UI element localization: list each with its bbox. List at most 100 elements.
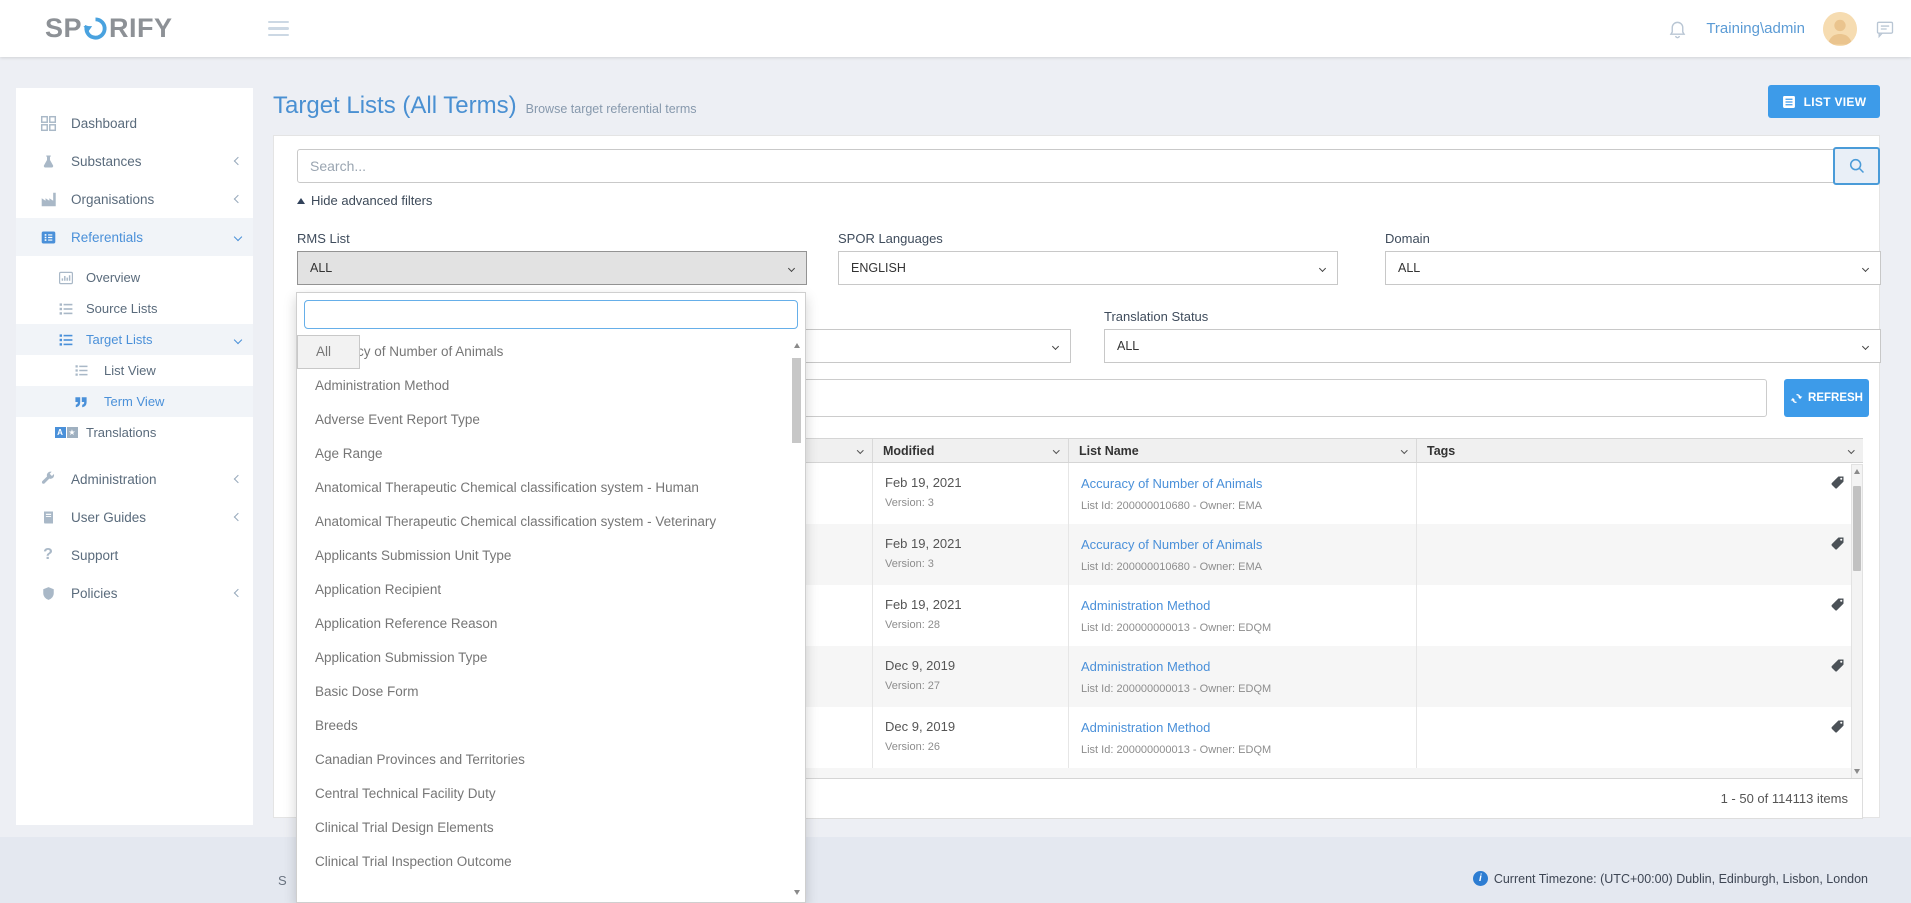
rms-option[interactable]: Application Recipient bbox=[297, 573, 805, 607]
sidebar-item-dashboard[interactable]: Dashboard bbox=[16, 104, 253, 142]
rms-option[interactable]: Anatomical Therapeutic Chemical classifi… bbox=[297, 471, 805, 505]
rms-option[interactable]: Administration Method bbox=[297, 369, 805, 403]
caret-up-icon bbox=[297, 198, 305, 204]
rms-list-label: RMS List bbox=[297, 231, 350, 246]
search-button[interactable] bbox=[1833, 147, 1880, 185]
footer-left-text: S bbox=[278, 873, 287, 888]
scroll-down-icon[interactable] bbox=[794, 890, 800, 895]
scroll-up-icon[interactable] bbox=[1854, 469, 1860, 474]
refresh-button[interactable]: REFRESH bbox=[1784, 379, 1869, 417]
scroll-thumb[interactable] bbox=[792, 358, 801, 443]
rms-option[interactable]: Clinical Trial Design Elements bbox=[297, 811, 805, 845]
spor-languages-label: SPOR Languages bbox=[838, 231, 943, 246]
list-view-button[interactable]: LIST VIEW bbox=[1768, 85, 1880, 118]
list-name-link[interactable]: Administration Method bbox=[1081, 598, 1210, 613]
sort-chevron-icon bbox=[1053, 447, 1059, 453]
rms-list-dropdown: AllAccuracy of Number of AnimalsAdminist… bbox=[296, 292, 806, 903]
sidebar-item-substances[interactable]: Substances bbox=[16, 142, 253, 180]
avatar[interactable] bbox=[1823, 12, 1857, 46]
sidebar-item-label: Translations bbox=[86, 425, 156, 440]
search-icon bbox=[1848, 157, 1866, 175]
chat-icon[interactable] bbox=[1875, 19, 1895, 39]
sidebar-item-term-view[interactable]: Term View bbox=[16, 386, 253, 417]
chevron-down-icon bbox=[1052, 342, 1059, 349]
rms-option[interactable]: Breeds bbox=[297, 709, 805, 743]
modified-cell: Feb 19, 2021Version: 3 bbox=[872, 463, 1068, 524]
tags-cell bbox=[1416, 524, 1863, 585]
sidebar-item-support[interactable]: ? Support bbox=[16, 536, 253, 574]
list-meta: List Id: 200000000013 - Owner: EDQM bbox=[1081, 683, 1404, 695]
list-meta: List Id: 200000000013 - Owner: EDQM bbox=[1081, 622, 1404, 634]
sidebar-item-policies[interactable]: Policies bbox=[16, 574, 253, 612]
rms-option[interactable]: Adverse Event Report Type bbox=[297, 403, 805, 437]
modified-cell: Feb 19, 2021Version: 28 bbox=[872, 585, 1068, 646]
chevron-left-icon bbox=[234, 475, 242, 483]
tag-icon[interactable] bbox=[1830, 536, 1845, 551]
rms-option[interactable]: Age Range bbox=[297, 437, 805, 471]
dropdown-search-input[interactable] bbox=[304, 300, 798, 329]
table-scrollbar[interactable] bbox=[1851, 464, 1863, 779]
sidebar-item-referentials[interactable]: Referentials bbox=[16, 218, 253, 256]
rms-option[interactable]: Anatomical Therapeutic Chemical classifi… bbox=[297, 505, 805, 539]
rms-option[interactable]: Basic Dose Form bbox=[297, 675, 805, 709]
column-header-modified[interactable]: Modified bbox=[872, 439, 1068, 462]
sidebar-item-source-lists[interactable]: Source Lists bbox=[16, 293, 253, 324]
list-meta: List Id: 200000000013 - Owner: EDQM bbox=[1081, 744, 1404, 756]
wrench-icon bbox=[38, 471, 58, 487]
rms-option[interactable]: Clinical Trial Inspection Outcome bbox=[297, 845, 805, 879]
list-name-cell: Administration Method List Id: 2000000000… bbox=[1068, 707, 1416, 768]
translation-status-select[interactable]: ALL bbox=[1104, 329, 1881, 363]
sidebar-item-organisations[interactable]: Organisations bbox=[16, 180, 253, 218]
notifications-bell-icon[interactable] bbox=[1667, 18, 1688, 39]
scroll-down-icon[interactable] bbox=[1854, 769, 1860, 774]
sort-chevron-icon bbox=[857, 447, 863, 453]
column-header-list-name[interactable]: List Name bbox=[1068, 439, 1416, 462]
sporify-logo[interactable]: SP RIFY bbox=[45, 13, 173, 44]
dropdown-scrollbar[interactable] bbox=[791, 339, 802, 899]
rms-option[interactable]: Accuracy of Number of Animals bbox=[297, 335, 805, 369]
list-name-link[interactable]: Administration Method bbox=[1081, 720, 1210, 735]
sidebar-item-label: Referentials bbox=[71, 230, 143, 245]
sidebar-item-list-view[interactable]: List View bbox=[16, 355, 253, 386]
question-icon: ? bbox=[38, 546, 58, 564]
tag-icon[interactable] bbox=[1830, 658, 1845, 673]
rms-list-select[interactable]: ALL bbox=[297, 251, 807, 285]
tag-icon[interactable] bbox=[1830, 475, 1845, 490]
sidebar-item-translations[interactable]: A★ Translations bbox=[16, 417, 253, 448]
scroll-thumb[interactable] bbox=[1853, 486, 1861, 571]
rms-option[interactable]: All bbox=[297, 335, 360, 369]
search-input[interactable] bbox=[297, 149, 1834, 183]
sidebar-item-administration[interactable]: Administration bbox=[16, 460, 253, 498]
list-meta: List Id: 200000010680 - Owner: EMA bbox=[1081, 500, 1404, 512]
tag-icon[interactable] bbox=[1830, 597, 1845, 612]
flask-icon bbox=[38, 154, 58, 169]
logged-in-user[interactable]: Training\admin bbox=[1706, 20, 1805, 37]
sidebar-item-user-guides[interactable]: User Guides bbox=[16, 498, 253, 536]
modified-date: Feb 19, 2021 bbox=[885, 536, 1056, 551]
rms-option[interactable]: Applicants Submission Unit Type bbox=[297, 539, 805, 573]
rms-option[interactable]: Application Submission Type bbox=[297, 641, 805, 675]
column-header-tags[interactable]: Tags bbox=[1416, 439, 1863, 462]
hide-advanced-filters-toggle[interactable]: Hide advanced filters bbox=[297, 193, 432, 208]
list-name-link[interactable]: Accuracy of Number of Animals bbox=[1081, 476, 1262, 491]
list-name-cell: Accuracy of Number of AnimalsList Id: 20… bbox=[1068, 524, 1416, 585]
list-name-link[interactable]: Administration Method bbox=[1081, 659, 1210, 674]
logo-text-right: RIFY bbox=[109, 13, 173, 44]
scroll-up-icon[interactable] bbox=[794, 343, 800, 348]
tag-icon[interactable] bbox=[1830, 719, 1845, 734]
chevron-left-icon bbox=[234, 195, 242, 203]
refresh-label: REFRESH bbox=[1808, 392, 1863, 404]
menu-toggle-icon[interactable] bbox=[268, 21, 289, 37]
sidebar-item-overview[interactable]: Overview bbox=[16, 262, 253, 293]
domain-select[interactable]: ALL bbox=[1385, 251, 1881, 285]
sidebar-item-target-lists[interactable]: Target Lists bbox=[16, 324, 253, 355]
rms-option[interactable]: Canadian Provinces and Territories bbox=[297, 743, 805, 777]
spor-languages-select[interactable]: ENGLISH bbox=[838, 251, 1338, 285]
list-name-link[interactable]: Accuracy of Number of Animals bbox=[1081, 537, 1262, 552]
sidebar-item-label: Source Lists bbox=[86, 301, 158, 316]
chevron-down-icon bbox=[1862, 342, 1869, 349]
rms-option[interactable]: Application Reference Reason bbox=[297, 607, 805, 641]
rms-option[interactable]: Central Technical Facility Duty bbox=[297, 777, 805, 811]
refresh-icon bbox=[1790, 392, 1803, 405]
info-icon: i bbox=[1473, 871, 1488, 886]
